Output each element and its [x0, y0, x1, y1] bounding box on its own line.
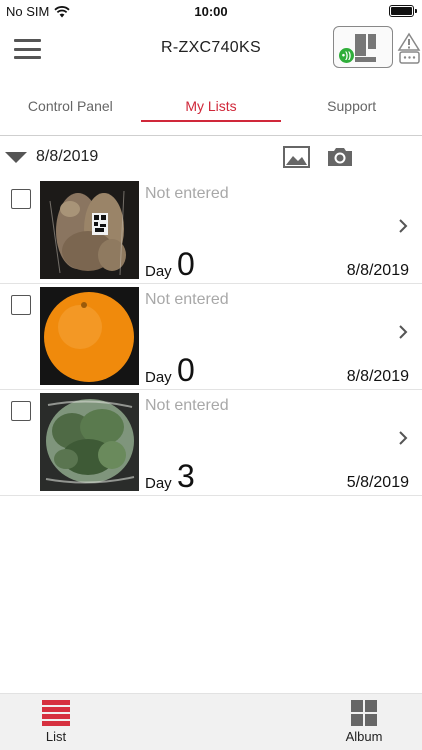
tab-control-panel[interactable]: Control Panel — [0, 80, 141, 135]
item-checkbox[interactable] — [11, 295, 31, 315]
day-count: 0 — [177, 246, 195, 282]
grid-icon — [351, 700, 377, 726]
day-label: Day — [145, 263, 172, 280]
warning-icon — [397, 32, 421, 64]
fridge-alert-button[interactable] — [397, 32, 421, 66]
collapse-triangle-icon[interactable] — [5, 152, 27, 163]
fridge-icon — [355, 34, 366, 56]
nav-list-button[interactable]: List — [21, 700, 91, 744]
day-label: Day — [145, 369, 172, 386]
list-icon — [42, 700, 70, 726]
chevron-right-icon — [399, 431, 408, 445]
list-item[interactable]: Not entered Day 3 5/8/2019 — [0, 390, 422, 496]
chevron-right-icon — [399, 325, 408, 339]
gallery-button[interactable] — [283, 146, 310, 173]
item-photo-potatoes — [40, 181, 139, 279]
fridge-icon-door — [368, 34, 376, 49]
tab-support[interactable]: Support — [281, 80, 422, 135]
camera-button[interactable] — [326, 146, 354, 173]
day-label: Day — [145, 475, 172, 492]
fridge-status-button[interactable]: •)) — [333, 26, 393, 68]
item-status: Not entered — [145, 185, 229, 202]
bottom-nav: List Album — [0, 693, 422, 750]
app-header: R-ZXC740KS •)) — [0, 22, 422, 76]
item-status: Not entered — [145, 397, 229, 414]
item-date: 5/8/2019 — [346, 474, 409, 491]
tab-bar: Control Panel My Lists Support — [0, 80, 422, 136]
tab-my-lists[interactable]: My Lists — [140, 80, 282, 135]
status-bar: No SIM 10:00 — [0, 0, 422, 22]
clock: 10:00 — [194, 4, 228, 19]
nav-list-label: List — [45, 729, 67, 744]
fridge-icon-drawer — [355, 57, 376, 62]
nav-album-button[interactable]: Album — [329, 700, 399, 744]
battery-icon — [389, 5, 417, 17]
day-count: 3 — [177, 458, 195, 494]
list-item[interactable]: Not entered Day 0 8/8/2019 — [0, 178, 422, 284]
group-date: 8/8/2019 — [36, 148, 99, 165]
camera-icon — [328, 148, 352, 166]
item-date: 8/8/2019 — [346, 368, 409, 385]
day-count: 0 — [177, 352, 195, 388]
item-photo-lettuce — [40, 393, 139, 491]
food-list: Not entered Day 0 8/8/2019 Not entered D… — [0, 178, 422, 496]
connected-icon: •)) — [339, 48, 354, 63]
image-icon — [283, 146, 310, 168]
item-checkbox[interactable] — [11, 189, 31, 209]
nav-album-label: Album — [345, 729, 383, 744]
item-status: Not entered — [145, 291, 229, 308]
date-group-header: 8/8/2019 — [0, 138, 422, 178]
list-item[interactable]: Not entered Day 0 8/8/2019 — [0, 284, 422, 390]
item-date: 8/8/2019 — [346, 262, 409, 279]
item-photo-orange — [40, 287, 139, 385]
item-checkbox[interactable] — [11, 401, 31, 421]
chevron-right-icon — [399, 219, 408, 233]
